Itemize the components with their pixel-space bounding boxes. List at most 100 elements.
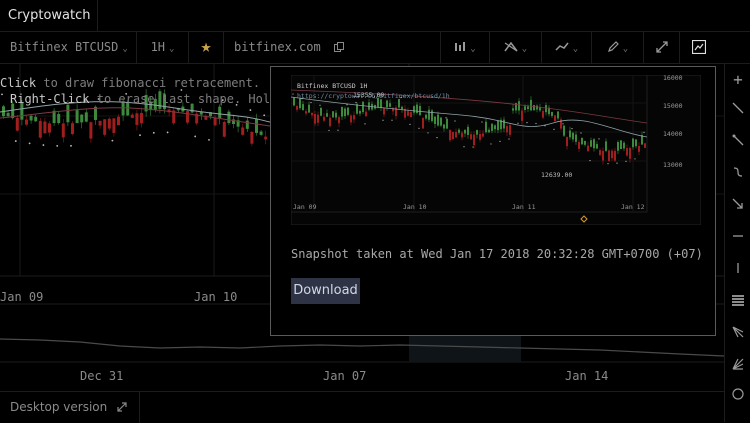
- overlay-menu[interactable]: ⌄: [542, 31, 592, 63]
- sar-dot: [580, 132, 582, 134]
- crosshair-tool-icon[interactable]: +: [725, 70, 750, 89]
- line-chart-icon: [555, 42, 569, 51]
- snapshot-icon: [691, 39, 706, 55]
- candle: [428, 109, 430, 120]
- candle: [29, 115, 33, 121]
- app-title[interactable]: Cryptowatch: [0, 0, 98, 31]
- fullscreen-button[interactable]: [644, 31, 680, 63]
- candle: [135, 113, 139, 125]
- desktop-version-link[interactable]: Desktop version: [0, 392, 140, 423]
- candle: [512, 108, 514, 111]
- indicators-menu[interactable]: ⌄: [490, 31, 542, 63]
- chevron-down-icon: ⌄: [521, 44, 528, 54]
- circle-tool-icon[interactable]: [725, 388, 750, 404]
- snapshot-button[interactable]: [680, 31, 717, 63]
- curve-tool-icon[interactable]: [725, 166, 750, 182]
- candle: [632, 138, 634, 148]
- sar-dot: [535, 122, 537, 125]
- candle: [61, 123, 65, 138]
- pitchfork-tool-icon[interactable]: [725, 326, 750, 342]
- snapshot-x-tick: Jan 10: [403, 203, 427, 211]
- drawing-tools-sidebar: +: [724, 64, 750, 422]
- sar-dot: [490, 143, 492, 145]
- candle: [308, 104, 310, 113]
- candle: [419, 106, 421, 116]
- candle: [52, 110, 56, 124]
- sar-dot: [526, 122, 528, 124]
- sar-dot: [208, 138, 210, 141]
- period-selector[interactable]: 1H ⌄: [137, 31, 189, 63]
- candle: [605, 141, 607, 151]
- candle: [386, 100, 388, 108]
- overview-price-line: [0, 338, 724, 357]
- candle: [398, 99, 400, 108]
- fibonacci-tool-icon[interactable]: [725, 294, 750, 310]
- snapshot-y-tick: 14000: [663, 130, 683, 138]
- horizontal-line-tool-icon[interactable]: [725, 230, 750, 246]
- candle: [476, 129, 478, 135]
- snapshot-caption: Snapshot taken at Wed Jan 17 2018 20:32:…: [291, 247, 703, 261]
- ray-tool-icon[interactable]: [725, 134, 750, 150]
- hint-line-1: Click to draw fibonacci retracement.: [0, 76, 261, 90]
- candle: [84, 112, 88, 122]
- candle: [554, 115, 556, 122]
- sar-dot: [436, 137, 438, 139]
- market-selector[interactable]: Bitfinex BTCUSD ⌄: [0, 31, 137, 63]
- candle: [578, 141, 580, 149]
- candle: [245, 120, 249, 129]
- sar-dot: [111, 139, 114, 142]
- sar-dot: [194, 135, 197, 138]
- sar-dot: [28, 142, 31, 145]
- period-label: 1H: [150, 40, 166, 54]
- candle: [551, 111, 553, 116]
- overview-x-label: Jan 07: [323, 369, 367, 383]
- x-axis-label: Jan 10: [194, 290, 238, 304]
- candle: [533, 105, 535, 111]
- chevron-down-icon: ⌄: [572, 44, 579, 54]
- candle: [6, 112, 10, 117]
- candle: [317, 114, 319, 123]
- arrow-tool-icon[interactable]: [725, 198, 750, 214]
- candle: [227, 111, 231, 124]
- download-button[interactable]: Download: [291, 278, 360, 304]
- candle: [218, 106, 222, 119]
- chart-type-menu[interactable]: ⌄: [440, 31, 490, 63]
- candle: [314, 114, 316, 124]
- sar-dot: [152, 131, 155, 134]
- vertical-line-tool-icon[interactable]: [725, 262, 750, 278]
- line-tool-icon[interactable]: [725, 102, 750, 118]
- candle: [107, 118, 111, 129]
- candle: [539, 107, 541, 111]
- candle: [395, 107, 397, 117]
- sar-dot: [598, 138, 600, 140]
- candle: [629, 147, 631, 159]
- sar-dot: [499, 140, 501, 143]
- candle: [98, 120, 102, 126]
- sar-dot: [310, 101, 312, 104]
- fan-tool-icon[interactable]: [725, 358, 750, 374]
- overview-x-label: Dec 31: [80, 369, 124, 383]
- sar-dot: [346, 104, 348, 106]
- sar-dot: [249, 109, 252, 111]
- sar-dot: [1, 93, 3, 96]
- expand-icon: [117, 402, 127, 412]
- candle: [521, 110, 523, 121]
- candle: [25, 119, 28, 125]
- candle: [335, 112, 337, 118]
- candle: [250, 131, 254, 144]
- candle: [563, 125, 565, 136]
- candle: [566, 137, 568, 147]
- favorite-star-icon[interactable]: ★: [189, 31, 224, 63]
- exchange-link[interactable]: bitfinex.com: [224, 31, 354, 63]
- candle: [320, 107, 322, 116]
- candle: [80, 114, 84, 123]
- sar-dot: [56, 145, 59, 147]
- candle: [581, 137, 583, 145]
- snapshot-chart-title: Bitfinex BTCUSD 1H: [297, 82, 368, 90]
- candle: [353, 115, 355, 120]
- candle: [446, 118, 448, 129]
- expand-icon: [655, 41, 668, 53]
- candle: [255, 118, 258, 133]
- candle: [332, 111, 334, 118]
- drawing-tools-menu[interactable]: ⌄: [592, 31, 644, 63]
